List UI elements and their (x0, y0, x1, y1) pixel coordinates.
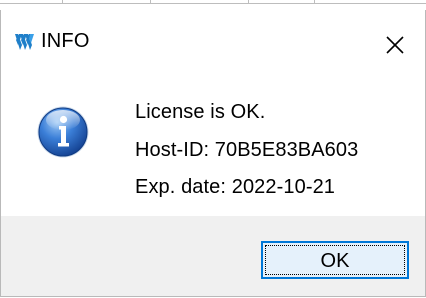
info-icon (37, 106, 89, 158)
close-icon[interactable] (381, 31, 409, 59)
info-dialog: INFO License is OK. Host-ID: 70B5E83BA60… (0, 10, 426, 297)
message-area: License is OK. Host-ID: 70B5E83BA603 Exp… (1, 67, 425, 216)
app-logo-icon (15, 34, 34, 50)
message-line-1: License is OK. (135, 101, 266, 123)
background-window-edge (0, 0, 426, 10)
window-title: INFO (41, 30, 90, 52)
button-bar: OK (1, 216, 425, 296)
title-bar[interactable]: INFO (1, 10, 425, 67)
message-line-3: Exp. date: 2022-10-21 (135, 176, 336, 198)
ok-button[interactable]: OK (261, 241, 409, 279)
message-line-2: Host-ID: 70B5E83BA603 (135, 139, 359, 161)
ok-button-label: OK (320, 250, 350, 272)
